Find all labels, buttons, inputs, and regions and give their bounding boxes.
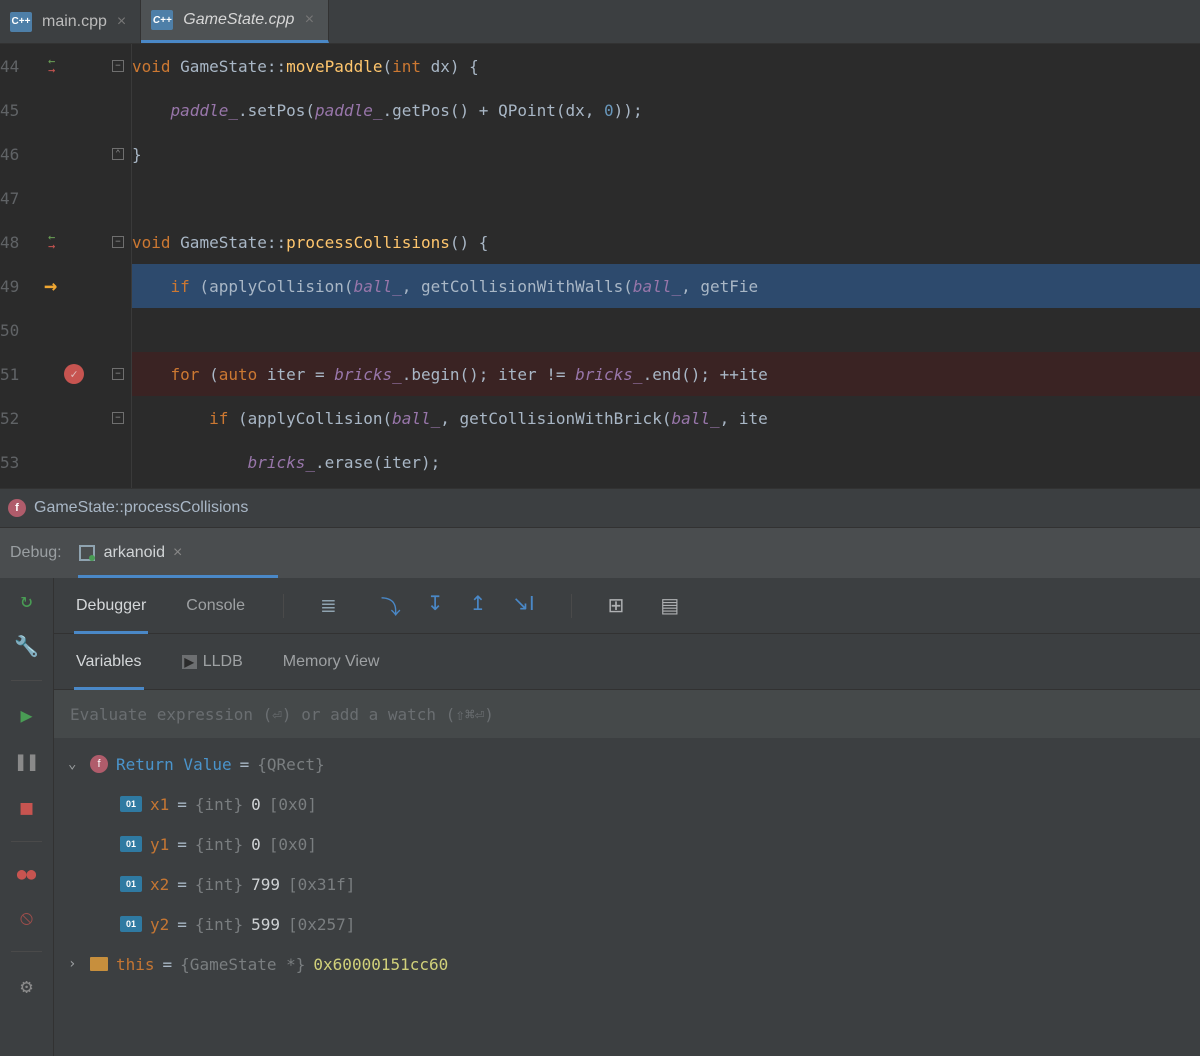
primitive-icon: 01 <box>120 876 142 892</box>
variables-tree[interactable]: ⌄ f Return Value = {QRect} 01 x1 = {int}… <box>54 738 1200 1056</box>
line-number: 51 <box>0 352 32 396</box>
icon-gutter: ←→ ←→ → ✓ <box>40 44 110 488</box>
line-number: 52 <box>0 396 32 440</box>
run-to-cursor-icon[interactable]: ↘I <box>512 591 534 620</box>
vcs-change-icon: ←→ <box>48 233 55 251</box>
line-number: 49 <box>0 264 32 308</box>
pause-icon[interactable]: ❚❚ <box>14 749 38 773</box>
editor-tab-label: main.cpp <box>42 13 107 31</box>
line-number: 44 <box>0 44 32 88</box>
breakpoint-icon[interactable]: ✓ <box>64 364 84 384</box>
variable-row-return[interactable]: ⌄ f Return Value = {QRect} <box>54 744 1200 784</box>
function-return-icon: f <box>90 755 108 773</box>
step-out-icon[interactable]: ↥ <box>470 591 487 620</box>
fold-icon[interactable]: − <box>112 412 124 424</box>
variable-row-x2[interactable]: 01 x2 = {int} 799 [0x31f] <box>54 864 1200 904</box>
rerun-icon[interactable]: ↻ <box>20 588 32 612</box>
resume-icon[interactable]: ▶ <box>20 703 32 727</box>
variable-row-y2[interactable]: 01 y2 = {int} 599 [0x257] <box>54 904 1200 944</box>
debug-config-tab[interactable]: arkanoid × <box>78 544 183 562</box>
editor-tab-bar: C++ main.cpp × C++ GameState.cpp × <box>0 0 1200 44</box>
editor-tab-label: GameState.cpp <box>183 11 294 29</box>
close-icon[interactable]: × <box>173 544 182 562</box>
breadcrumb-label: GameState::processCollisions <box>34 499 248 517</box>
app-icon <box>78 544 96 562</box>
debugger-tab-row: Debugger Console ≣ ⤵ ↧ ↥ ↘I ⊞ ▤ <box>54 578 1200 634</box>
debug-toolwindow-header: Debug: arkanoid × <box>0 528 1200 578</box>
fold-icon[interactable]: − <box>112 368 124 380</box>
debug-config-label: arkanoid <box>104 544 165 562</box>
variable-row-x1[interactable]: 01 x1 = {int} 0 [0x0] <box>54 784 1200 824</box>
tab-lldb[interactable]: ▶ LLDB <box>180 634 245 689</box>
chevron-down-icon[interactable]: ⌄ <box>68 756 82 772</box>
line-number: 50 <box>0 308 32 352</box>
variable-row-y1[interactable]: 01 y1 = {int} 0 [0x0] <box>54 824 1200 864</box>
vcs-change-icon: ←→ <box>48 57 55 75</box>
chevron-right-icon[interactable]: › <box>68 956 82 972</box>
fold-end-icon: ⌃ <box>112 148 124 160</box>
line-number: 53 <box>0 440 32 484</box>
code-content[interactable]: void GameState::movePaddle(int dx) { pad… <box>132 44 1200 488</box>
debug-label: Debug: <box>10 544 62 562</box>
editor-tab-gamestate[interactable]: C++ GameState.cpp × <box>141 0 329 43</box>
line-number: 47 <box>0 176 32 220</box>
fold-icon[interactable]: − <box>112 60 124 72</box>
object-icon <box>90 957 108 971</box>
mute-breakpoints-icon[interactable]: ⦸ <box>20 905 33 929</box>
line-number: 46 <box>0 132 32 176</box>
show-frames-icon[interactable]: ≣ <box>320 593 337 618</box>
editor-area[interactable]: 44 45 46 47 48 49 50 51 52 53 ←→ ←→ → ✓ … <box>0 44 1200 488</box>
watch-expression-input[interactable]: Evaluate expression (⏎) or add a watch (… <box>54 690 1200 738</box>
variable-row-this[interactable]: › this = {GameState *} 0x60000151cc60 <box>54 944 1200 984</box>
wrench-icon[interactable]: 🔧 <box>14 634 39 658</box>
stop-icon[interactable]: ■ <box>20 795 32 819</box>
tab-variables[interactable]: Variables <box>74 634 144 689</box>
editor-tab-main[interactable]: C++ main.cpp × <box>0 0 141 43</box>
fold-icon[interactable]: − <box>112 236 124 248</box>
cpp-file-icon: C++ <box>10 12 32 32</box>
gear-icon[interactable]: ⚙ <box>20 974 32 998</box>
line-number-gutter: 44 45 46 47 48 49 50 51 52 53 <box>0 44 40 488</box>
primitive-icon: 01 <box>120 836 142 852</box>
step-into-icon[interactable]: ↧ <box>427 591 444 620</box>
fold-gutter: − ⌃ − − − <box>110 44 132 488</box>
tab-console[interactable]: Console <box>184 578 247 633</box>
execution-point-icon: → <box>44 274 57 299</box>
close-icon[interactable]: × <box>304 11 313 29</box>
tab-memory-view[interactable]: Memory View <box>281 634 382 689</box>
primitive-icon: 01 <box>120 796 142 812</box>
breadcrumb[interactable]: f GameState::processCollisions <box>0 488 1200 528</box>
variables-tab-row: Variables ▶ LLDB Memory View <box>54 634 1200 690</box>
tab-debugger[interactable]: Debugger <box>74 578 148 633</box>
debug-panel: ↻ 🔧 ▶ ❚❚ ■ ●● ⦸ ⚙ Debugger Console ≣ ⤵ ↧… <box>0 578 1200 1056</box>
evaluate-icon[interactable]: ⊞ <box>608 593 625 618</box>
close-icon[interactable]: × <box>117 13 126 31</box>
line-number: 45 <box>0 88 32 132</box>
primitive-icon: 01 <box>120 916 142 932</box>
debug-side-toolbar: ↻ 🔧 ▶ ❚❚ ■ ●● ⦸ ⚙ <box>0 578 54 1056</box>
debug-main-area: Debugger Console ≣ ⤵ ↧ ↥ ↘I ⊞ ▤ Variable… <box>54 578 1200 1056</box>
breakpoints-icon[interactable]: ●● <box>17 864 36 883</box>
step-over-icon[interactable]: ⤵ <box>381 591 401 620</box>
line-number: 48 <box>0 220 32 264</box>
function-icon: f <box>8 499 26 517</box>
layout-icon[interactable]: ▤ <box>660 593 679 618</box>
cpp-file-icon: C++ <box>151 10 173 30</box>
